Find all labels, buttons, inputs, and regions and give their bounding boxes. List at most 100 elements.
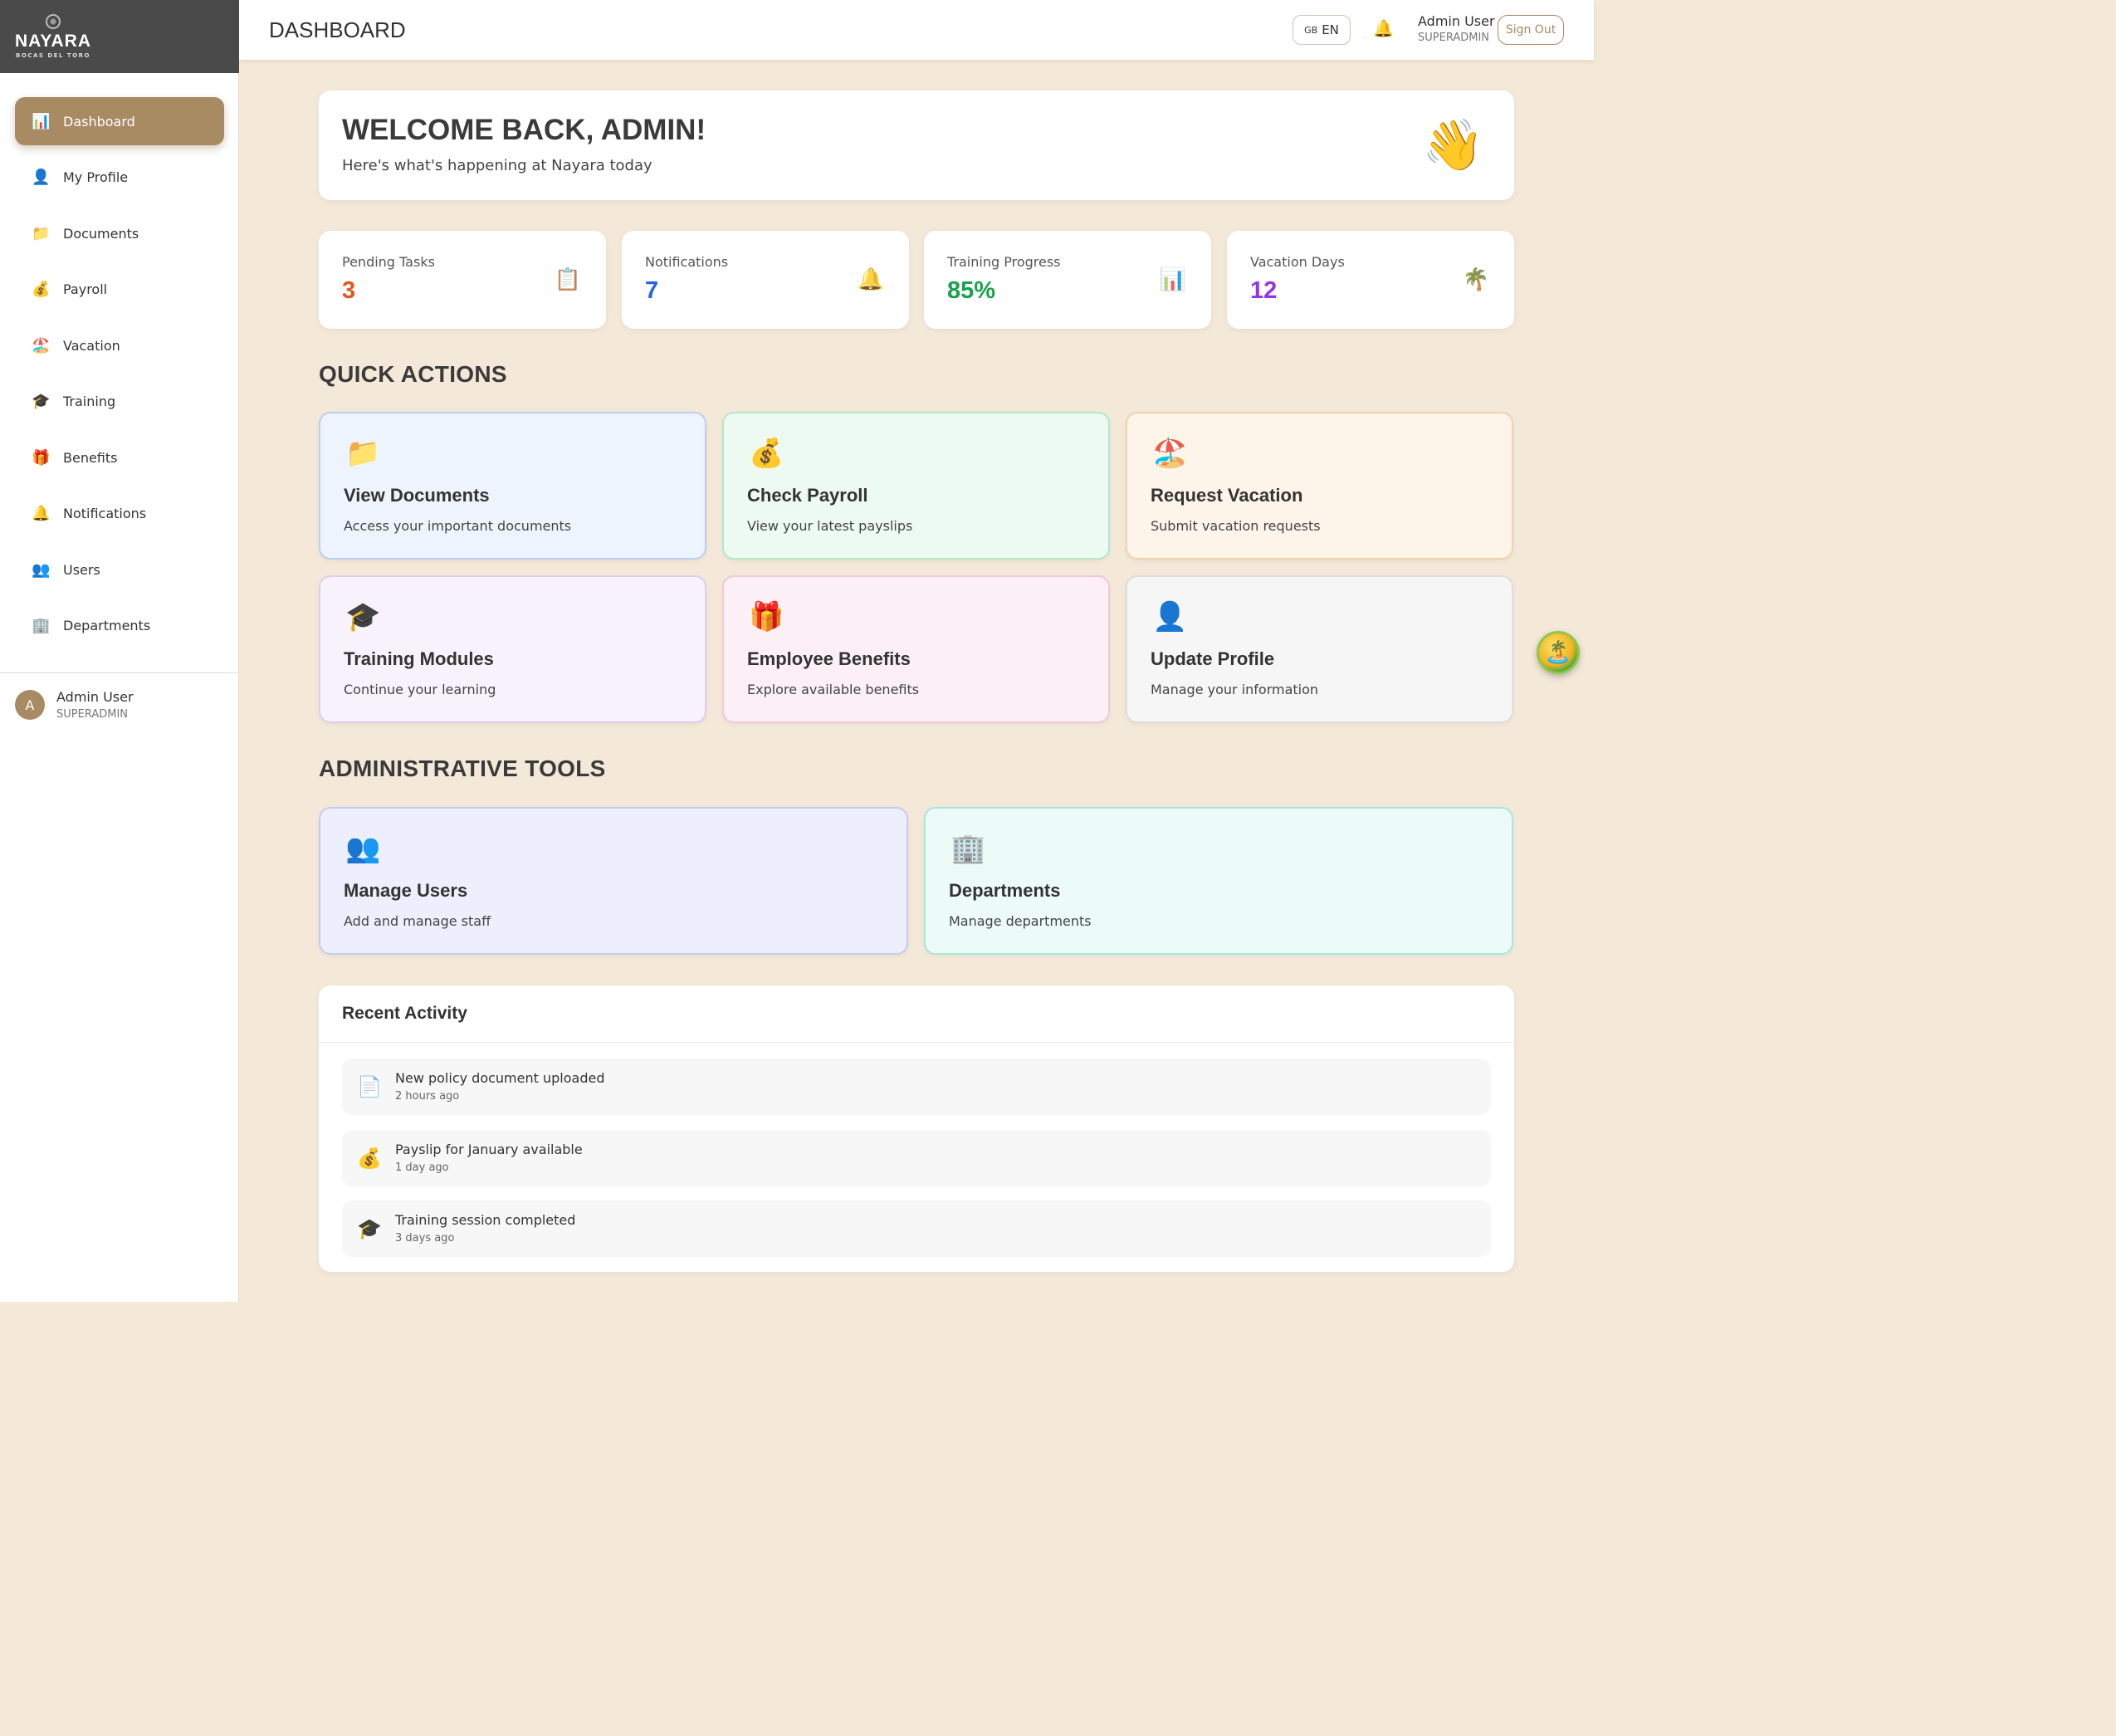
card-title: Update Profile	[1151, 648, 1275, 669]
sidebar-user-role: SUPERADMIN	[56, 708, 129, 721]
header-user-role: SUPERADMIN	[1418, 32, 1490, 44]
sidebar-item-vacation[interactable]: 🏖️ Vacation	[15, 321, 224, 369]
card-description: Explore available benefits	[747, 682, 920, 697]
activity-item[interactable]: 💰 Payslip for January available 1 day ag…	[342, 1130, 1491, 1186]
brand-logo[interactable]: NAYARA BOCAS DEL TORO	[0, 0, 106, 73]
employee-benefits-card[interactable]: 🎁 Employee Benefits Explore available be…	[722, 575, 1110, 723]
beach-umbrella-icon: 🏖️	[32, 336, 51, 355]
check-payroll-card[interactable]: 💰 Check Payroll View your latest payslip…	[722, 412, 1110, 560]
bell-icon: 🔔	[857, 267, 884, 292]
sidebar-divider	[0, 672, 239, 673]
sidebar-item-training[interactable]: 🎓 Training	[15, 378, 224, 426]
activity-text: Payslip for January available	[395, 1142, 583, 1157]
waving-hand-icon: 👋	[1422, 116, 1484, 174]
activity-item[interactable]: 🎓 Training session completed 3 days ago	[342, 1201, 1491, 1257]
island-assistant-button[interactable]: 🏝️	[1537, 631, 1580, 674]
island-icon: 🏝️	[1544, 640, 1572, 665]
sidebar-item-users[interactable]: 👥 Users	[15, 545, 224, 594]
language-selector[interactable]: GB EN	[1293, 15, 1351, 45]
manage-users-card[interactable]: 👥 Manage Users Add and manage staff	[319, 807, 908, 955]
stat-card-vacation-days[interactable]: Vacation Days 12 🌴	[1227, 231, 1514, 329]
view-documents-card[interactable]: 📁 View Documents Access your important d…	[319, 412, 706, 560]
sidebar-item-benefits[interactable]: 🎁 Benefits	[15, 433, 224, 482]
chart-icon: 📊	[32, 112, 51, 130]
money-bag-icon: 💰	[32, 281, 51, 298]
sidebar-item-label: Notifications	[63, 506, 147, 521]
stat-card-pending-tasks[interactable]: Pending Tasks 3 📋	[319, 231, 606, 329]
flag-icon: GB	[1304, 24, 1318, 36]
recent-activity-panel: Recent Activity 📄 New policy document up…	[319, 985, 1514, 1272]
stat-card-training-progress[interactable]: Training Progress 85% 📊	[924, 231, 1211, 329]
bell-icon: 🔔	[32, 505, 51, 522]
gift-icon: 🎁	[32, 448, 51, 467]
card-description: Add and manage staff	[344, 913, 491, 929]
chart-icon: 📊	[1159, 267, 1186, 292]
sidebar-user-name: Admin User	[56, 689, 134, 705]
stat-value: 85%	[947, 277, 996, 304]
stat-card-notifications[interactable]: Notifications 7 🔔	[622, 231, 909, 329]
users-icon: 👥	[345, 832, 381, 865]
sidebar-item-notifications[interactable]: 🔔 Notifications	[15, 490, 224, 538]
card-description: Access your important documents	[344, 518, 572, 534]
user-icon: 👤	[32, 169, 51, 186]
welcome-title: WELCOME BACK, ADMIN!	[342, 114, 706, 146]
stat-label: Pending Tasks	[342, 254, 435, 270]
sidebar-item-label: Users	[63, 561, 100, 578]
sidebar-user[interactable]: A Admin User SUPERADMIN	[15, 689, 134, 721]
stat-value: 3	[342, 277, 356, 304]
sidebar-item-label: Dashboard	[63, 113, 135, 130]
card-title: Manage Users	[344, 880, 468, 901]
top-header: DASHBOARD GB EN 🔔 Admin User SUPERADMIN …	[239, 0, 1594, 60]
stat-value: 7	[645, 277, 659, 304]
logo-emblem-icon	[46, 14, 61, 29]
sidebar-item-documents[interactable]: 📁 Documents	[15, 209, 224, 257]
language-code: EN	[1322, 22, 1339, 37]
stat-value: 12	[1250, 277, 1278, 304]
palm-tree-icon: 🌴	[1462, 267, 1489, 292]
sidebar: NAYARA BOCAS DEL TORO 📊 Dashboard 👤 My P…	[0, 0, 239, 1302]
clipboard-icon: 📋	[554, 267, 581, 292]
brand-name: NAYARA	[15, 32, 91, 51]
sidebar-item-label: My Profile	[63, 169, 129, 185]
welcome-subtitle: Here's what's happening at Nayara today	[342, 157, 652, 174]
document-icon: 📄	[357, 1075, 382, 1098]
card-description: Submit vacation requests	[1151, 518, 1321, 534]
sidebar-item-my-profile[interactable]: 👤 My Profile	[15, 154, 224, 202]
activity-time: 2 hours ago	[395, 1090, 460, 1103]
activity-time: 3 days ago	[395, 1232, 455, 1245]
card-title: Departments	[949, 880, 1061, 901]
sidebar-item-label: Benefits	[63, 449, 118, 466]
folder-icon: 📁	[345, 437, 381, 470]
money-bag-icon: 💰	[749, 437, 784, 470]
sidebar-nav: 📊 Dashboard 👤 My Profile 📁 Documents 💰 P…	[15, 97, 224, 658]
bell-icon[interactable]: 🔔	[1373, 18, 1394, 38]
activity-item[interactable]: 📄 New policy document uploaded 2 hours a…	[342, 1059, 1491, 1115]
sidebar-item-dashboard[interactable]: 📊 Dashboard	[15, 97, 224, 145]
graduation-cap-icon: 🎓	[345, 600, 381, 633]
sidebar-item-label: Documents	[63, 225, 139, 242]
stat-label: Vacation Days	[1250, 254, 1345, 270]
sidebar-item-payroll[interactable]: 💰 Payroll	[15, 266, 224, 314]
money-bag-icon: 💰	[357, 1147, 382, 1170]
header-user-name: Admin User	[1418, 13, 1495, 29]
request-vacation-card[interactable]: 🏖️ Request Vacation Submit vacation requ…	[1126, 412, 1513, 560]
sidebar-item-label: Departments	[63, 618, 151, 633]
card-description: Manage departments	[949, 913, 1092, 929]
card-title: Training Modules	[344, 648, 494, 669]
folder-icon: 📁	[32, 224, 51, 242]
departments-card[interactable]: 🏢 Departments Manage departments	[924, 807, 1513, 955]
graduation-cap-icon: 🎓	[32, 393, 51, 410]
welcome-banner: WELCOME BACK, ADMIN! Here's what's happe…	[319, 90, 1514, 200]
training-modules-card[interactable]: 🎓 Training Modules Continue your learnin…	[319, 575, 706, 723]
update-profile-card[interactable]: 👤 Update Profile Manage your information	[1126, 575, 1513, 723]
card-title: Employee Benefits	[747, 648, 911, 669]
activity-time: 1 day ago	[395, 1161, 449, 1174]
sign-out-button[interactable]: Sign Out	[1498, 15, 1564, 45]
divider	[319, 1042, 1514, 1043]
building-icon: 🏢	[32, 617, 51, 634]
user-icon: 👤	[1152, 600, 1188, 633]
avatar: A	[15, 690, 45, 720]
header-user: Admin User SUPERADMIN	[1418, 13, 1495, 44]
activity-text: Training session completed	[395, 1212, 576, 1228]
sidebar-item-departments[interactable]: 🏢 Departments	[15, 602, 224, 650]
